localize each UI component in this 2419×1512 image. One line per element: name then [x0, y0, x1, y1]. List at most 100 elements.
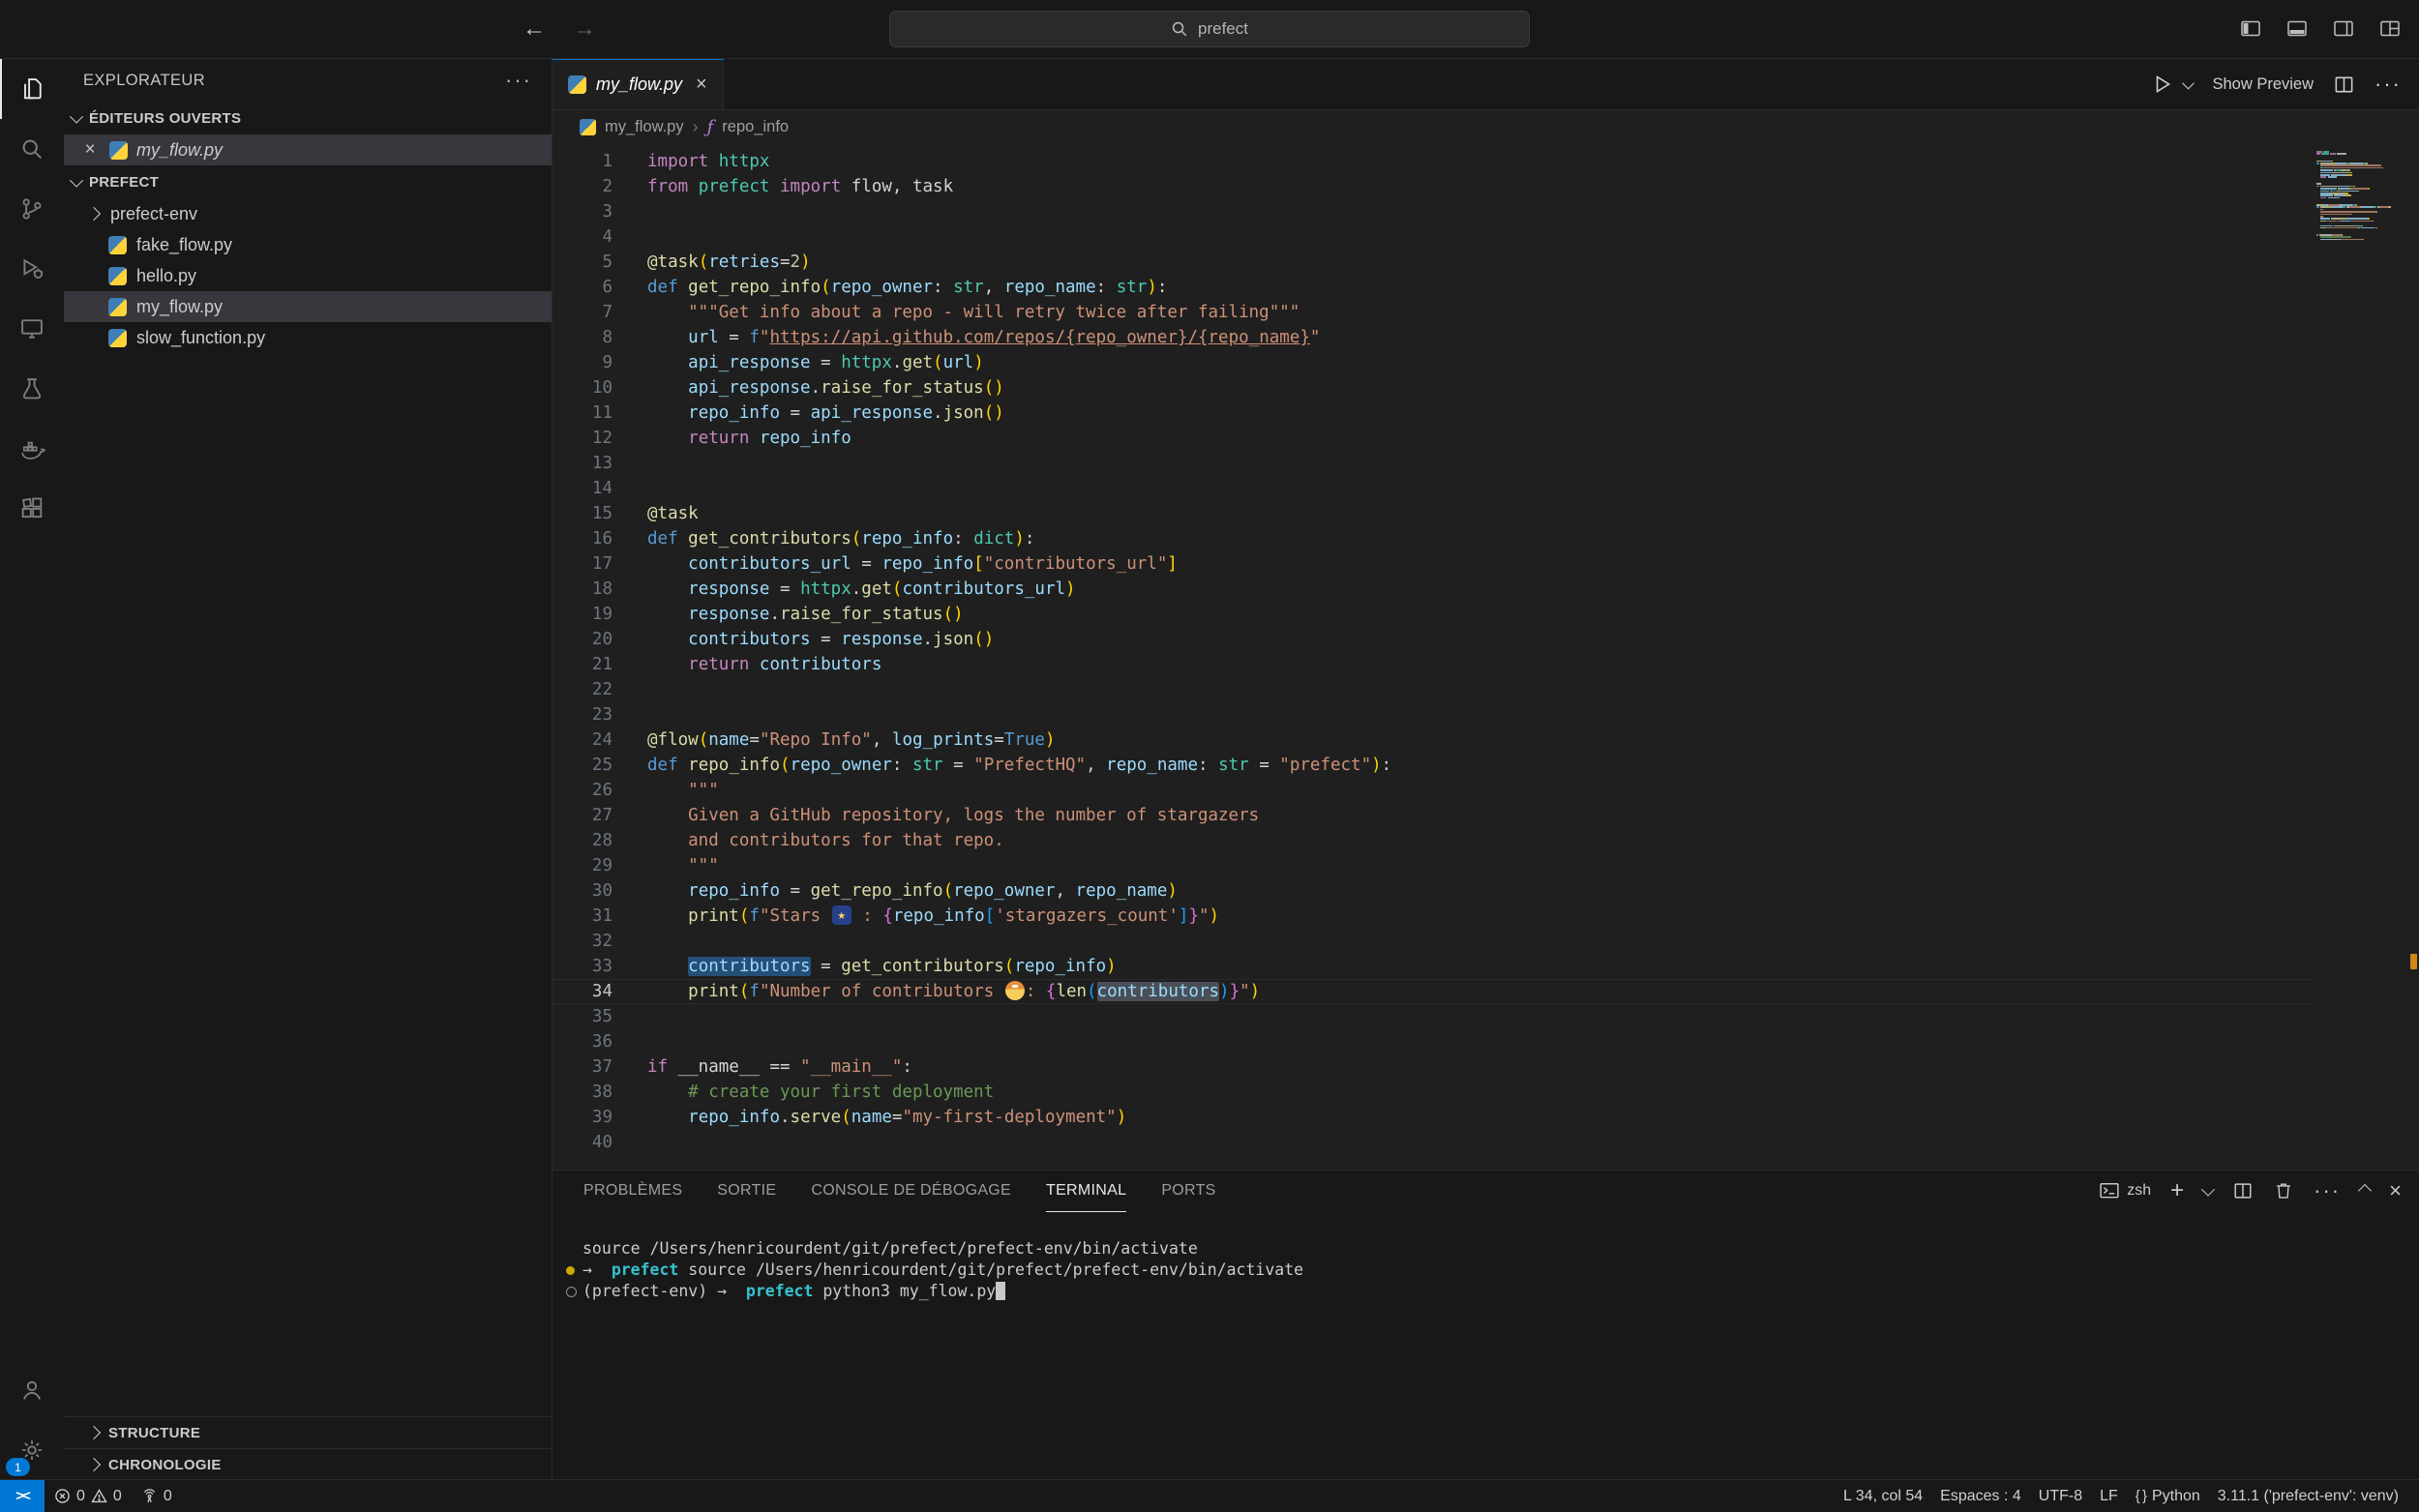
project-header[interactable]: PREFECT: [64, 165, 552, 198]
code-line[interactable]: 21 return contributors: [552, 652, 2314, 677]
show-preview-button[interactable]: Show Preview: [2212, 75, 2314, 94]
run-python-file-icon[interactable]: [2151, 73, 2174, 96]
tab-my-flow[interactable]: my_flow.py ×: [552, 59, 724, 109]
code-line[interactable]: 7 """Get info about a repo - will retry …: [552, 300, 2314, 325]
nav-back-icon[interactable]: ←: [523, 15, 546, 43]
close-panel-icon[interactable]: ×: [2389, 1178, 2402, 1203]
ports-status[interactable]: 0: [132, 1480, 182, 1512]
code-line[interactable]: 23: [552, 702, 2314, 727]
code-line[interactable]: 27 Given a GitHub repository, logs the n…: [552, 803, 2314, 828]
nav-forward-icon[interactable]: →: [573, 15, 596, 43]
terminal-output[interactable]: source /Users/henricourdent/git/prefect/…: [552, 1211, 2419, 1480]
tree-item[interactable]: slow_function.py: [64, 322, 552, 353]
code-line[interactable]: 20 contributors = response.json(): [552, 627, 2314, 652]
code-line[interactable]: 35: [552, 1004, 2314, 1029]
split-terminal-icon[interactable]: [2232, 1180, 2254, 1201]
accounts-icon[interactable]: [0, 1360, 64, 1420]
command-decoration-icon[interactable]: [566, 1266, 575, 1275]
run-debug-icon[interactable]: [0, 239, 64, 299]
code-line[interactable]: 28 and contributors for that repo.: [552, 828, 2314, 853]
code-line[interactable]: 39 repo_info.serve(name="my-first-deploy…: [552, 1105, 2314, 1130]
code-line[interactable]: 2from prefect import flow, task: [552, 174, 2314, 199]
close-icon[interactable]: ×: [79, 139, 101, 161]
code-line[interactable]: 5@task(retries=2): [552, 250, 2314, 275]
code-line[interactable]: 31 print(f"Stars : {repo_info['stargazer…: [552, 904, 2314, 929]
code-line[interactable]: 40: [552, 1130, 2314, 1155]
cursor-position[interactable]: L 34, col 54: [1835, 1480, 1931, 1512]
split-editor-icon[interactable]: [2333, 74, 2355, 96]
code-line[interactable]: 19 response.raise_for_status(): [552, 602, 2314, 627]
code-line[interactable]: 13: [552, 451, 2314, 476]
command-decoration-icon[interactable]: [566, 1287, 577, 1297]
code-line[interactable]: 25def repo_info(repo_owner: str = "Prefe…: [552, 753, 2314, 778]
more-actions-icon[interactable]: ···: [2314, 1187, 2341, 1195]
tree-item[interactable]: fake_flow.py: [64, 229, 552, 260]
toggle-panel-icon[interactable]: [2285, 17, 2309, 41]
run-dropdown-icon[interactable]: [2183, 76, 2195, 89]
breadcrumb-file[interactable]: my_flow.py: [605, 118, 684, 136]
more-actions-icon[interactable]: ···: [505, 75, 532, 85]
code-line[interactable]: 36: [552, 1029, 2314, 1054]
explorer-icon[interactable]: [0, 59, 64, 119]
close-icon[interactable]: ×: [696, 74, 707, 96]
panel-tab[interactable]: TERMINAL: [1046, 1171, 1126, 1212]
code-line[interactable]: 17 contributors_url = repo_info["contrib…: [552, 551, 2314, 577]
code-line[interactable]: 9 api_response = httpx.get(url): [552, 350, 2314, 375]
panel-tab[interactable]: PROBLÈMES: [583, 1171, 682, 1212]
breadcrumb-symbol[interactable]: repo_info: [722, 118, 789, 136]
code-line[interactable]: 18 response = httpx.get(contributors_url…: [552, 577, 2314, 602]
code-line[interactable]: 37if __name__ == "__main__":: [552, 1054, 2314, 1080]
panel-tab[interactable]: SORTIE: [717, 1171, 776, 1212]
code-line[interactable]: 24@flow(name="Repo Info", log_prints=Tru…: [552, 727, 2314, 753]
remote-indicator[interactable]: ><: [0, 1480, 45, 1512]
terminal-dropdown-icon[interactable]: [2201, 1183, 2215, 1197]
problems-status[interactable]: 0 0: [45, 1480, 132, 1512]
code-line[interactable]: 4: [552, 224, 2314, 250]
panel-tab[interactable]: CONSOLE DE DÉBOGAGE: [811, 1171, 1011, 1212]
open-editor-item[interactable]: ×my_flow.py: [64, 134, 552, 165]
search-icon[interactable]: [0, 119, 64, 179]
customize-layout-icon[interactable]: [2378, 17, 2402, 41]
panel-tab[interactable]: PORTS: [1161, 1171, 1215, 1212]
source-control-icon[interactable]: [0, 179, 64, 239]
indentation[interactable]: Espaces : 4: [1931, 1480, 2030, 1512]
code-line[interactable]: 38 # create your first deployment: [552, 1080, 2314, 1105]
tree-item[interactable]: hello.py: [64, 260, 552, 291]
new-terminal-icon[interactable]: +: [2170, 1181, 2184, 1201]
code-line[interactable]: 22: [552, 677, 2314, 702]
toggle-primary-sidebar-icon[interactable]: [2239, 17, 2262, 41]
sidebar-section-structure[interactable]: STRUCTURE: [64, 1416, 552, 1448]
code-line[interactable]: 16def get_contributors(repo_info: dict):: [552, 526, 2314, 551]
sidebar-section-chronologie[interactable]: CHRONOLOGIE: [64, 1448, 552, 1480]
testing-icon[interactable]: [0, 359, 64, 419]
code-line[interactable]: 3: [552, 199, 2314, 224]
more-actions-icon[interactable]: ···: [2374, 80, 2402, 88]
encoding[interactable]: UTF-8: [2030, 1480, 2091, 1512]
python-interpreter[interactable]: 3.11.1 ('prefect-env': venv): [2209, 1480, 2407, 1512]
code-line[interactable]: 26 """: [552, 778, 2314, 803]
language-mode[interactable]: { } Python: [2127, 1480, 2209, 1512]
code-line[interactable]: 11 repo_info = api_response.json(): [552, 400, 2314, 426]
settings-gear-icon[interactable]: 1: [0, 1420, 64, 1480]
tree-item[interactable]: my_flow.py: [64, 291, 552, 322]
code-line[interactable]: 8 url = f"https://api.github.com/repos/{…: [552, 325, 2314, 350]
extensions-icon[interactable]: [0, 479, 64, 539]
eol[interactable]: LF: [2091, 1480, 2127, 1512]
tree-item[interactable]: prefect-env: [64, 198, 552, 229]
kill-terminal-icon[interactable]: [2273, 1180, 2294, 1201]
code-line[interactable]: 6def get_repo_info(repo_owner: str, repo…: [552, 275, 2314, 300]
maximize-panel-icon[interactable]: [2358, 1184, 2372, 1198]
command-center-search[interactable]: prefect: [889, 11, 1530, 47]
code-line[interactable]: 15@task: [552, 501, 2314, 526]
code-line[interactable]: 14: [552, 476, 2314, 501]
toggle-secondary-sidebar-icon[interactable]: [2332, 17, 2355, 41]
code-line[interactable]: 34 print(f"Number of contributors : {len…: [552, 979, 2314, 1004]
code-line[interactable]: 12 return repo_info: [552, 426, 2314, 451]
code-line[interactable]: 29 """: [552, 853, 2314, 878]
minimap[interactable]: [2314, 143, 2419, 1170]
remote-explorer-icon[interactable]: [0, 299, 64, 359]
open-editors-header[interactable]: ÉDITEURS OUVERTS: [64, 102, 552, 134]
terminal-shell-selector[interactable]: zsh: [2100, 1182, 2151, 1200]
code-line[interactable]: 30 repo_info = get_repo_info(repo_owner,…: [552, 878, 2314, 904]
code-editor[interactable]: 1import httpx2from prefect import flow, …: [552, 143, 2419, 1170]
